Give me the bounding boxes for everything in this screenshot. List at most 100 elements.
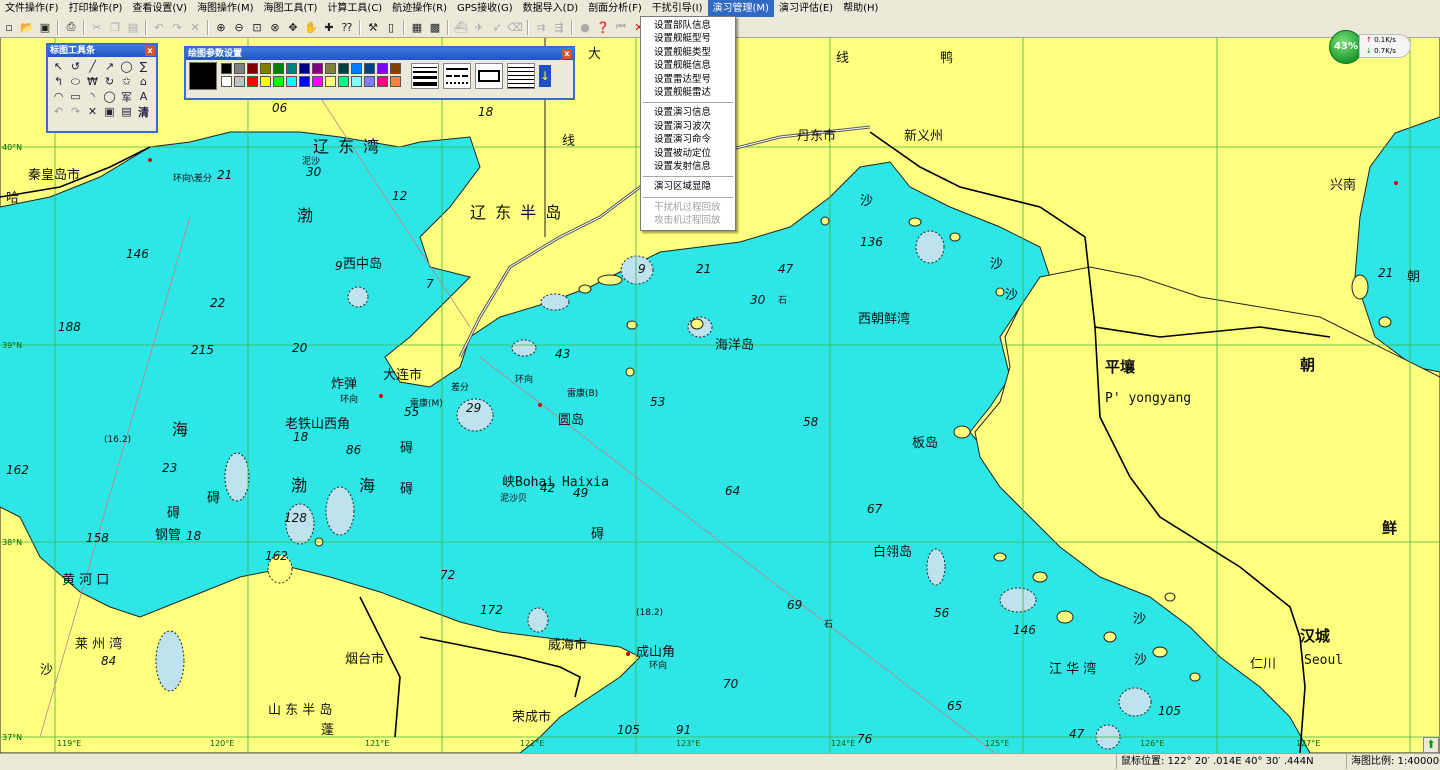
menu-item-ship-model[interactable]: 设置舰艇型号 xyxy=(641,32,735,45)
center-icon[interactable]: ✚ xyxy=(320,18,338,36)
color-swatch[interactable] xyxy=(221,63,232,74)
line-width-selector[interactable] xyxy=(411,63,439,89)
menu-item-exercise-wave[interactable]: 设置演习波次 xyxy=(641,120,735,133)
color-swatch[interactable] xyxy=(299,76,310,87)
color-swatch[interactable] xyxy=(390,63,401,74)
color-swatch[interactable] xyxy=(325,63,336,74)
menu-exercise-eval[interactable]: 演习评估(E) xyxy=(774,0,838,17)
color-swatch[interactable] xyxy=(312,63,323,74)
rectangle-icon[interactable]: ▭ xyxy=(67,89,84,104)
copy-icon[interactable]: ❐ xyxy=(106,18,124,36)
menu-item-passive-locate[interactable]: 设置被动定位 xyxy=(641,147,735,160)
freehand-icon[interactable]: ↺ xyxy=(67,59,84,74)
menu-jamming[interactable]: 干扰引导(I) xyxy=(647,0,708,17)
menu-item-ship-type[interactable]: 设置舰艇类型 xyxy=(641,46,735,59)
undo-icon[interactable]: ↶ xyxy=(150,18,168,36)
tools-icon[interactable]: ⚒ xyxy=(364,18,382,36)
color-swatch[interactable] xyxy=(260,76,271,87)
pie-icon[interactable]: ◝ xyxy=(84,89,101,104)
menu-item-launch-info[interactable]: 设置发射信息 xyxy=(641,160,735,173)
query-icon[interactable]: ⁇ xyxy=(338,18,356,36)
zoom-all-icon[interactable]: ⊗ xyxy=(266,18,284,36)
select-arrow-icon[interactable]: ↖ xyxy=(50,59,67,74)
menu-chart-ops[interactable]: 海图操作(M) xyxy=(192,0,258,17)
zoom-in-icon[interactable]: ⊕ xyxy=(212,18,230,36)
ellipse-icon[interactable]: ◯ xyxy=(118,59,135,74)
curved-arrow-icon[interactable]: ↰ xyxy=(50,74,67,89)
draw-params-window[interactable]: 绘图参数设置 x ↓ xyxy=(184,46,575,100)
line-icon[interactable]: ╱ xyxy=(84,59,101,74)
open-folder-icon[interactable]: ▤ xyxy=(118,104,135,119)
save-icon[interactable]: ▣ xyxy=(36,18,54,36)
route-icon[interactable]: ⇶ xyxy=(550,18,568,36)
text-icon[interactable]: A xyxy=(135,89,152,104)
menu-item-radar-model[interactable]: 设置雷达型号 xyxy=(641,73,735,86)
draw-tools-title[interactable]: 标图工具条 x xyxy=(48,45,156,57)
color-swatch[interactable] xyxy=(286,76,297,87)
menu-item-ship-info[interactable]: 设置舰艇信息 xyxy=(641,59,735,72)
color-swatch[interactable] xyxy=(312,76,323,87)
new-file-icon[interactable]: ▫ xyxy=(0,18,18,36)
paste-icon[interactable]: ▤ xyxy=(124,18,142,36)
close-icon[interactable]: x xyxy=(562,49,572,59)
zoom-out-icon[interactable]: ⊖ xyxy=(230,18,248,36)
color-swatch[interactable] xyxy=(351,76,362,87)
menu-item-unit-info[interactable]: 设置部队信息 xyxy=(641,19,735,32)
menu-chart-tools[interactable]: 海图工具(T) xyxy=(259,0,323,17)
color-swatch[interactable] xyxy=(247,63,258,74)
save-icon[interactable]: ▣ xyxy=(101,104,118,119)
menu-calc-tools[interactable]: 计算工具(C) xyxy=(322,0,387,17)
rotate-icon[interactable]: ↻ xyxy=(101,74,118,89)
zoom-window-icon[interactable]: ⊡ xyxy=(248,18,266,36)
menu-print[interactable]: 打印操作(P) xyxy=(64,0,128,17)
color-swatch[interactable] xyxy=(247,76,258,87)
close-icon[interactable]: x xyxy=(145,46,155,56)
undo-icon[interactable]: ↶ xyxy=(50,104,67,119)
menu-item-ship-radar[interactable]: 设置舰艇雷达 xyxy=(641,86,735,99)
plane-icon[interactable]: ✈ xyxy=(470,18,488,36)
menu-exercise-mgmt[interactable]: 演习管理(M) xyxy=(707,0,774,17)
last-icon[interactable]: ⏮ xyxy=(612,18,630,36)
color-swatch[interactable] xyxy=(338,76,349,87)
menu-view[interactable]: 查看设置(V) xyxy=(127,0,192,17)
zigzag-icon[interactable]: ∑ xyxy=(135,59,152,74)
menu-file[interactable]: 文件操作(F) xyxy=(0,0,64,17)
track-icon[interactable]: ⇉ xyxy=(532,18,550,36)
network-monitor[interactable]: 43% ↑ 0.1K/s ↓ 0.7K/s xyxy=(1329,30,1411,64)
palette-icon[interactable]: ▩ xyxy=(426,18,444,36)
open-folder-icon[interactable]: 📂 xyxy=(18,18,36,36)
delete-icon[interactable]: ✕ xyxy=(84,104,101,119)
menu-item-attack-replay[interactable]: 攻击机过程回放 xyxy=(641,214,735,227)
ship-icon[interactable]: ⛴ xyxy=(452,18,470,36)
menu-gps[interactable]: GPS接收(G) xyxy=(452,0,518,17)
circle-icon[interactable]: ● xyxy=(576,18,594,36)
draw-tools-window[interactable]: 标图工具条 x ↖ ↺ ╱ ↗ ◯ ∑ ↰ ⬭ ₩ ↻ ✩ ⌂ ◠ ▭ ◝ ◯ … xyxy=(46,43,158,133)
color-swatch[interactable] xyxy=(377,76,388,87)
menu-item-area-toggle[interactable]: 演习区域显隐 xyxy=(641,180,735,193)
color-swatch[interactable] xyxy=(260,63,271,74)
arrow-line-icon[interactable]: ↗ xyxy=(101,59,118,74)
color-swatch[interactable] xyxy=(234,63,245,74)
color-swatch[interactable] xyxy=(351,63,362,74)
color-swatch[interactable] xyxy=(221,76,232,87)
help-query-icon[interactable]: ❓ xyxy=(594,18,612,36)
menu-help[interactable]: 帮助(H) xyxy=(838,0,883,17)
menu-profile[interactable]: 剖面分析(F) xyxy=(583,0,647,17)
menu-track-ops[interactable]: 航迹操作(R) xyxy=(387,0,452,17)
hand-icon[interactable]: ✋ xyxy=(302,18,320,36)
document-icon[interactable]: ▯ xyxy=(382,18,400,36)
print-icon[interactable]: ⎙ xyxy=(62,18,80,36)
missile-icon[interactable]: ➶ xyxy=(488,18,506,36)
cut-icon[interactable]: ✂ xyxy=(88,18,106,36)
color-swatch[interactable] xyxy=(377,63,388,74)
color-swatch[interactable] xyxy=(325,76,336,87)
circle-icon[interactable]: ◯ xyxy=(101,89,118,104)
menu-data-import[interactable]: 数据导入(D) xyxy=(518,0,584,17)
color-swatch[interactable] xyxy=(273,76,284,87)
color-swatch[interactable] xyxy=(234,76,245,87)
current-color-swatch[interactable] xyxy=(189,62,217,90)
down-arrow-icon[interactable]: ↓ xyxy=(539,65,551,87)
color-swatch[interactable] xyxy=(273,63,284,74)
fill-pattern-selector[interactable] xyxy=(507,63,535,89)
color-swatch[interactable] xyxy=(364,63,375,74)
